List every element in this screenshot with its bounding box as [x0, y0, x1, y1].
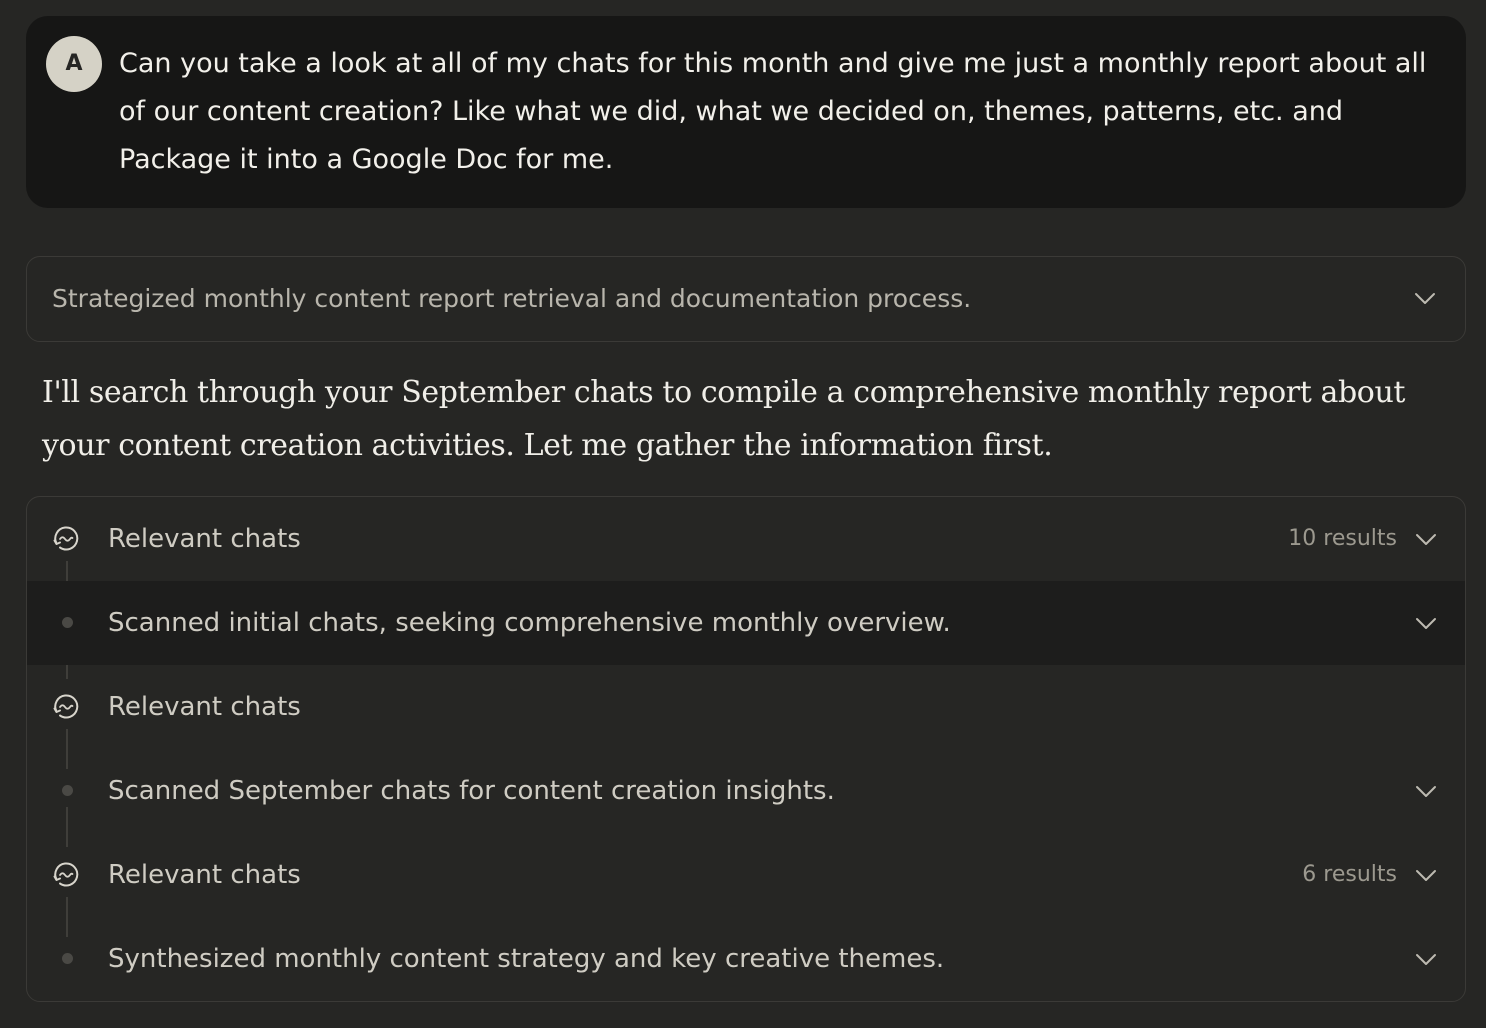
thought-step[interactable]: Scanned September chats for content crea… — [27, 749, 1465, 833]
tool-steps-panel: Relevant chats 10 results Scanned initia… — [26, 496, 1466, 1002]
thought-step[interactable]: Scanned initial chats, seeking comprehen… — [27, 581, 1465, 665]
tool-step-label: Relevant chats — [108, 524, 301, 554]
chevron-down-icon[interactable] — [1413, 526, 1439, 552]
chat-search-icon — [51, 524, 81, 554]
chevron-down-icon[interactable] — [1413, 862, 1439, 888]
tool-step-label: Relevant chats — [108, 692, 301, 722]
chevron-down-icon[interactable] — [1413, 610, 1439, 636]
thinking-summary-text: Strategized monthly content report retri… — [52, 284, 972, 313]
chevron-down-icon[interactable] — [1413, 946, 1439, 972]
chevron-down-icon[interactable] — [1412, 285, 1438, 311]
tool-step-relevant-chats[interactable]: Relevant chats 6 results — [27, 833, 1465, 917]
timeline-dot — [62, 617, 73, 628]
results-count: 6 results — [1302, 862, 1397, 887]
chat-search-icon — [51, 692, 81, 722]
chat-search-icon — [51, 860, 81, 890]
assistant-message-text: I'll search through your September chats… — [42, 375, 1406, 463]
tool-step-label: Relevant chats — [108, 860, 301, 890]
thought-step-label: Synthesized monthly content strategy and… — [108, 944, 945, 974]
timeline-dot — [62, 953, 73, 964]
user-message: A Can you take a look at all of my chats… — [26, 16, 1466, 208]
thought-step-label: Scanned September chats for content crea… — [108, 776, 835, 806]
timeline-dot — [62, 785, 73, 796]
tool-step-relevant-chats[interactable]: Relevant chats 10 results — [27, 497, 1465, 581]
results-count: 10 results — [1288, 526, 1397, 551]
user-message-text: Can you take a look at all of my chats f… — [119, 48, 1427, 175]
tool-step-relevant-chats[interactable]: Relevant chats — [27, 665, 1465, 749]
thought-step-label: Scanned initial chats, seeking comprehen… — [108, 608, 951, 638]
chevron-down-icon[interactable] — [1413, 778, 1439, 804]
user-avatar[interactable]: A — [46, 36, 102, 92]
thinking-summary-toggle[interactable]: Strategized monthly content report retri… — [26, 256, 1466, 342]
thought-step[interactable]: Synthesized monthly content strategy and… — [27, 917, 1465, 1001]
